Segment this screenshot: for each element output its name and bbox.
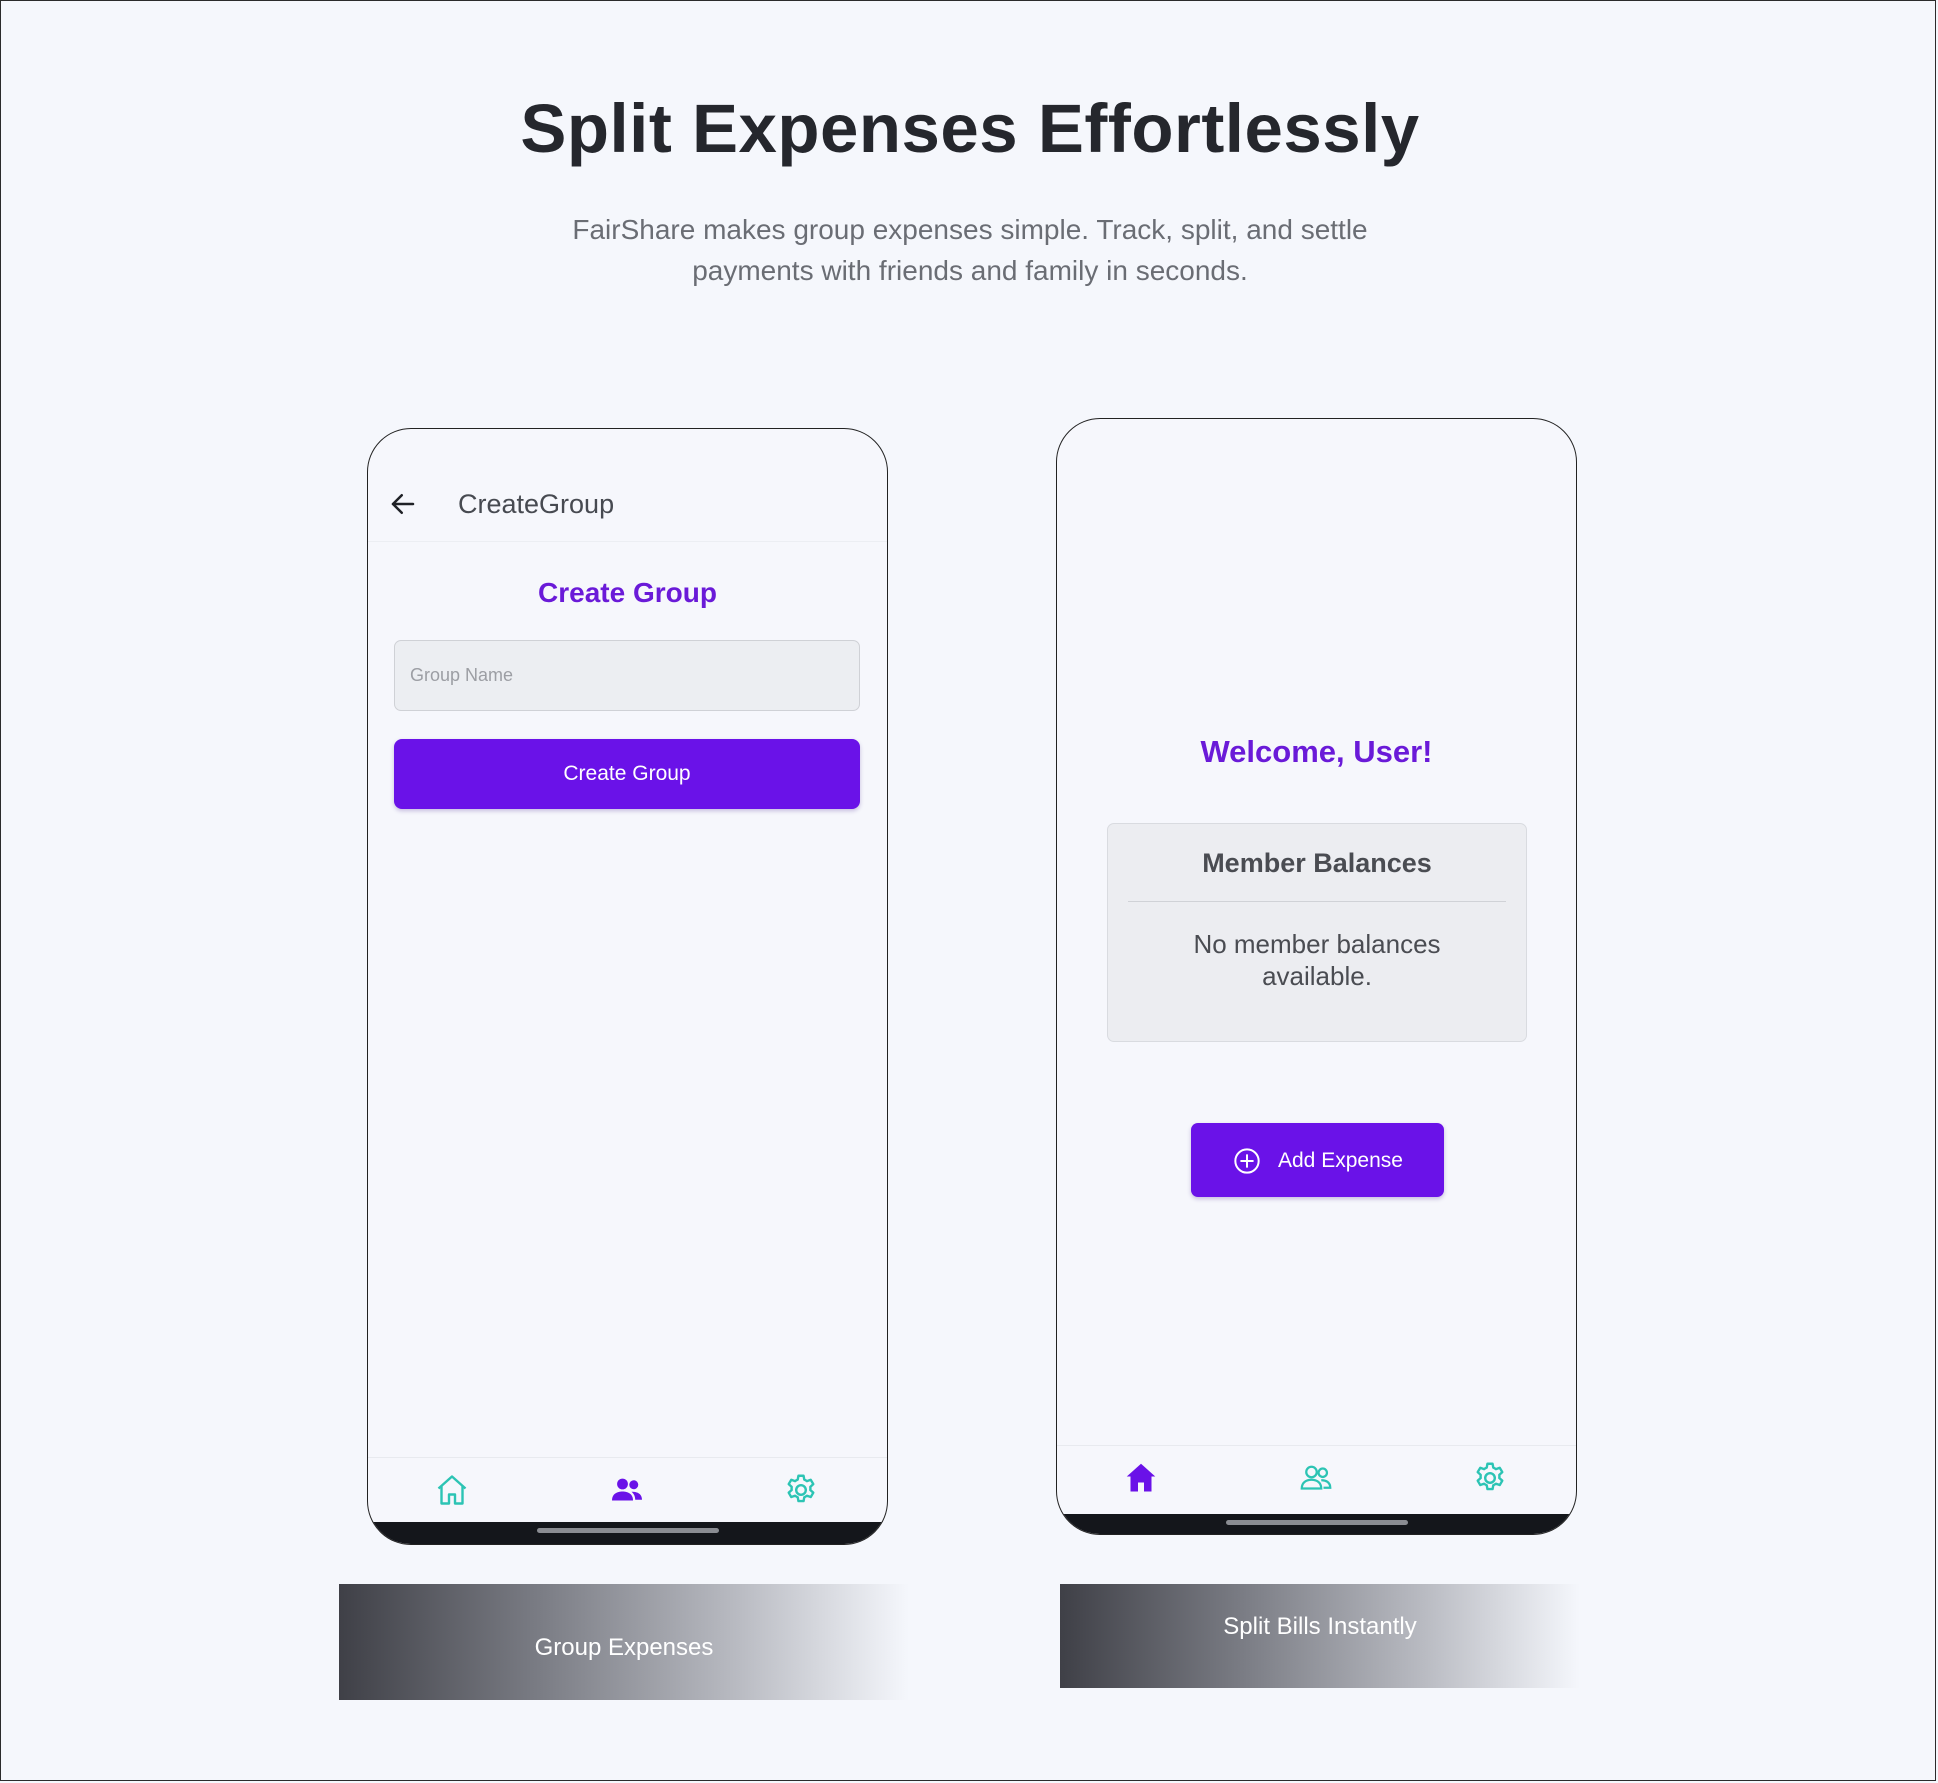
form-title: Create Group [538,577,717,608]
create-group-button[interactable]: Create Group [394,739,860,809]
tab-settings[interactable] [783,1472,819,1508]
card-divider [1128,901,1506,902]
plus-circle-icon [1234,1148,1260,1174]
home-indicator-bar [1057,1514,1576,1534]
hero-subtitle: FairShare makes group expenses simple. T… [520,209,1420,291]
caption-group-expenses: Group Expenses [339,1584,909,1700]
tab-settings[interactable] [1472,1460,1508,1496]
hero-title: Split Expenses Effortlessly [520,90,1420,167]
users-icon [1300,1465,1332,1490]
phone-create-group: CreateGroup Create Group Create Group [367,428,888,1545]
gear-icon [1476,1462,1504,1491]
home-indicator[interactable] [536,1528,719,1533]
hero-subtitle-line-1: FairShare makes group expenses simple. T… [572,214,1368,245]
member-balances-title: Member Balances [1202,848,1432,878]
group-name-input[interactable] [394,640,860,711]
tab-home[interactable] [434,1472,470,1508]
add-expense-button[interactable]: Add Expense [1191,1123,1444,1197]
tab-home[interactable] [1123,1460,1159,1496]
phone-home: Welcome, User! Member Balances No member… [1056,418,1577,1535]
caption-split-bills: Split Bills Instantly [1060,1584,1580,1688]
hero-subtitle-line-2: payments with friends and family in seco… [692,255,1248,286]
member-balances-empty-text: No member balances available. [1193,929,1441,991]
users-icon [612,1478,642,1501]
tab-groups[interactable] [1298,1460,1334,1496]
home-indicator[interactable] [1225,1520,1408,1525]
tab-groups[interactable] [609,1472,645,1508]
bottom-tab-bar [368,1457,887,1524]
add-expense-label: Add Expense [1278,1149,1403,1172]
member-balances-card: Member Balances No member balances avail… [1107,823,1527,1042]
welcome-heading: Welcome, User! [1200,734,1433,769]
back-arrow-icon[interactable] [388,489,418,519]
home-icon [1126,1463,1156,1492]
app-bar: CreateGroup [368,469,887,542]
home-indicator-bar [368,1522,887,1544]
app-bar-title: CreateGroup [458,489,615,519]
home-icon [437,1475,467,1505]
bottom-tab-bar [1057,1445,1576,1512]
gear-icon [787,1474,815,1503]
page-frame: Split Expenses Effortlessly FairShare ma… [0,0,1936,1781]
